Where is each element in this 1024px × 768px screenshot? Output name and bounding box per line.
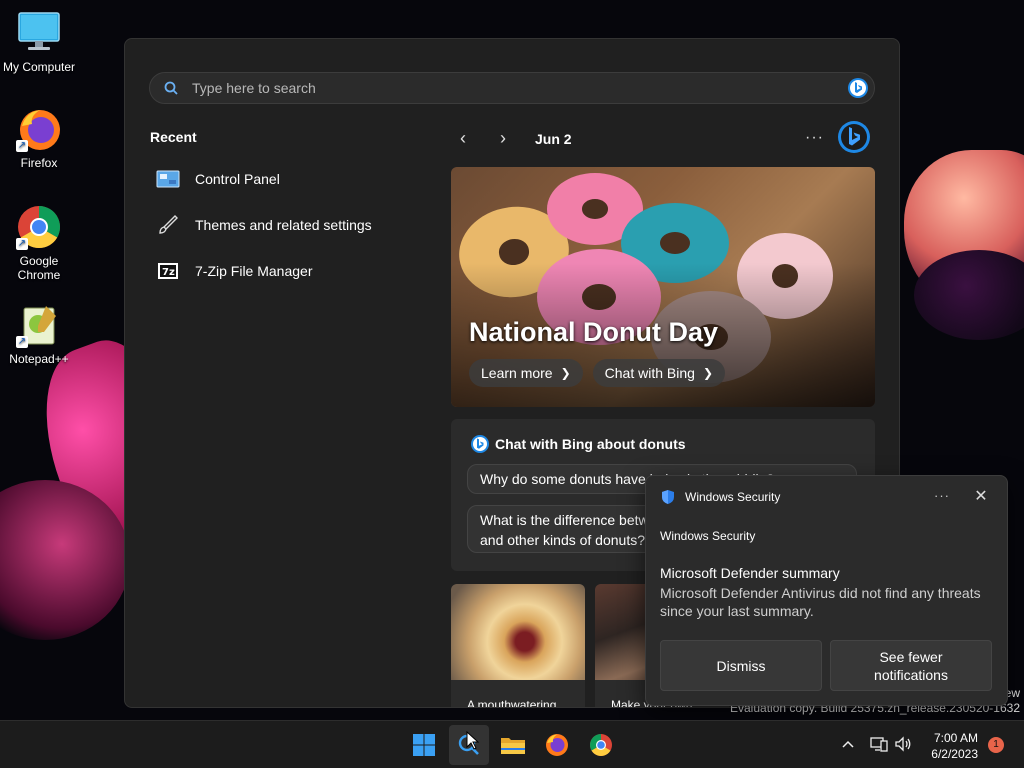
more-options-icon[interactable]: ··· [805, 129, 824, 147]
search-box[interactable] [149, 72, 875, 104]
monitor-icon [16, 10, 62, 56]
taskbar-firefox[interactable] [537, 725, 577, 765]
taskbar: 7:00 AM 6/2/2023 1 [0, 720, 1024, 768]
news-thumb-1[interactable]: A mouthwatering [451, 584, 585, 708]
recent-item-7zip[interactable]: 7z 7-Zip File Manager [155, 256, 313, 286]
chevron-right-icon[interactable]: › [491, 127, 515, 151]
chevron-left-icon[interactable]: ‹ [451, 127, 475, 151]
close-icon[interactable]: ✕ [972, 486, 990, 506]
recent-item-label: Control Panel [195, 171, 280, 187]
highlights-nav: ‹ › Jun 2 [451, 127, 572, 151]
recent-item-label: 7-Zip File Manager [195, 263, 313, 279]
hero-card[interactable]: National Donut Day Learn more ❯ Chat with… [451, 167, 875, 407]
toast-app-subtitle: Windows Security [660, 529, 756, 543]
desktop-icon-firefox[interactable]: ↗ Firefox [0, 106, 78, 170]
folder-icon [501, 738, 525, 754]
thumb-image [451, 584, 585, 680]
shield-icon [662, 490, 674, 504]
bing-icon[interactable] [848, 78, 868, 98]
mouse-cursor-icon [466, 731, 480, 750]
firefox-icon [546, 734, 568, 756]
desktop-icon-label: Notepad++ [9, 352, 69, 366]
firefox-icon: ↗ [16, 106, 62, 152]
chevron-right-icon: ❯ [560, 366, 571, 380]
shortcut-arrow-icon: ↗ [16, 238, 28, 250]
chrome-icon [590, 734, 612, 756]
dismiss-button[interactable]: Dismiss [660, 640, 822, 691]
notification-badge[interactable]: 1 [988, 737, 1004, 753]
brush-icon [155, 214, 181, 236]
clock-time: 7:00 AM [933, 731, 978, 745]
search-input[interactable] [192, 73, 812, 103]
highlights-date: Jun 2 [535, 131, 572, 147]
control-panel-icon [155, 168, 181, 190]
recent-item-themes[interactable]: Themes and related settings [155, 210, 372, 240]
svg-text:7z: 7z [162, 267, 175, 278]
notification-toast[interactable]: Windows Security ··· ✕ Windows Security … [645, 475, 1008, 706]
desktop-icon-my-computer[interactable]: My Computer [0, 10, 78, 74]
desktop-icon-label: Google Chrome [17, 254, 61, 282]
bing-icon [471, 435, 489, 453]
volume-icon[interactable] [894, 735, 912, 753]
recent-heading: Recent [150, 129, 197, 145]
recent-item-control-panel[interactable]: Control Panel [155, 164, 280, 194]
7zip-icon: 7z [155, 260, 181, 282]
chevron-right-icon: ❯ [702, 366, 713, 380]
taskbar-file-explorer[interactable] [493, 725, 533, 765]
chrome-icon: ↗ [16, 204, 62, 250]
see-fewer-notifications-button[interactable]: See fewer notifications [830, 640, 992, 691]
network-icon[interactable] [870, 735, 888, 753]
desktop-icon-label: My Computer [2, 60, 76, 74]
shortcut-arrow-icon: ↗ [16, 336, 28, 348]
windows-logo-icon [413, 734, 435, 756]
chevron-up-icon[interactable] [839, 735, 857, 753]
thumb-caption: A mouthwatering [467, 698, 557, 708]
desktop-icon-notepadpp[interactable]: ↗ Notepad++ [0, 302, 78, 366]
toast-app-name: Windows Security [685, 490, 781, 504]
taskbar-chrome[interactable] [581, 725, 621, 765]
search-icon [164, 81, 178, 95]
taskbar-clock[interactable]: 7:00 AM 6/2/2023 [924, 730, 978, 762]
shortcut-arrow-icon: ↗ [16, 140, 28, 152]
learn-more-button[interactable]: Learn more ❯ [469, 359, 583, 387]
bing-chat-icon[interactable] [838, 121, 870, 153]
chat-card-title: Chat with Bing about donuts [495, 436, 686, 452]
clock-date: 6/2/2023 [931, 747, 978, 761]
hero-title: National Donut Day [469, 317, 719, 347]
wallpaper-shape [914, 250, 1024, 340]
notepadpp-icon: ↗ [16, 302, 62, 348]
toast-body: Microsoft Defender Antivirus did not fin… [660, 585, 981, 619]
chat-with-bing-button[interactable]: Chat with Bing ❯ [592, 359, 725, 387]
more-options-icon[interactable]: ··· [934, 488, 950, 503]
start-button[interactable] [404, 725, 444, 765]
recent-item-label: Themes and related settings [195, 217, 372, 233]
desktop-icon-google-chrome[interactable]: ↗ Google Chrome [0, 204, 78, 282]
toast-title: Microsoft Defender summary [660, 565, 840, 581]
desktop-icon-label: Firefox [20, 156, 58, 170]
